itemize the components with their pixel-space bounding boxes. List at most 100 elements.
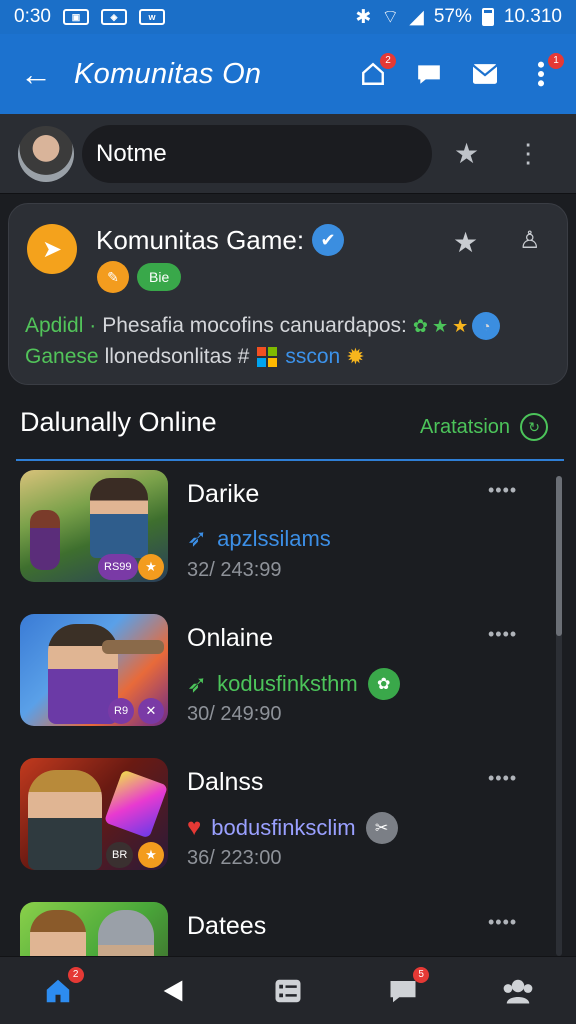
character-figure [30, 910, 86, 956]
rocket-icon: ➶ [187, 525, 208, 552]
list-item[interactable]: BR ★ Dalnss •••• ♥ bodusfinksclim ✂ 36/ … [0, 750, 560, 894]
home-button[interactable]: 2 [358, 53, 396, 89]
app-bar: ← Komunitas On 2 1 [0, 34, 576, 114]
back-arrow-icon[interactable]: ← [20, 56, 62, 93]
game-thumbnail: BR ★ [20, 758, 168, 870]
community-badges: ✎ Bie [97, 261, 182, 293]
list-icon [275, 979, 301, 1002]
profile-name-field[interactable]: Notme [82, 124, 432, 183]
profile-row: Notme ★ ⋮ [0, 114, 576, 194]
more-vertical-icon [537, 61, 545, 87]
flower-icon: ✿ [367, 668, 400, 700]
item-meta: 32/ 243:99 [187, 559, 282, 581]
more-horizontal-icon[interactable]: •••• [488, 624, 517, 645]
community-card[interactable]: ➤ Komunitas Game: ✔ ★ ♙ ✎ Bie Apdidl · P… [8, 203, 568, 385]
nav-messages-button[interactable]: 5 [383, 966, 430, 1011]
game-thumbnail [20, 902, 168, 956]
item-title: Onlaine [187, 624, 274, 652]
community-logo-icon: ➤ [27, 224, 77, 274]
notification-badge: 2 [380, 53, 396, 69]
item-title: Datees [187, 912, 267, 940]
signal-icon: ◢ [409, 6, 424, 28]
app-title: Komunitas On [74, 57, 262, 90]
star-icon[interactable]: ★ [453, 226, 478, 259]
level-badge-icon: ✎ [97, 261, 129, 293]
item-meta: 36/ 223:00 [187, 847, 282, 869]
character-figure [28, 770, 102, 870]
rocket-icon: ➶ [187, 670, 208, 698]
battery-percent: 57% [433, 6, 472, 27]
battery-icon [481, 8, 494, 26]
chat-bubble-icon: ◔ [472, 312, 501, 340]
section-title: Dalunally Online [20, 407, 217, 437]
item-chip: R9 [108, 698, 135, 724]
nav-back-button[interactable] [153, 971, 193, 1011]
tags-text: llonedsonlitas # [104, 345, 250, 368]
description-text: Phesafia mocofins canuardapos: [102, 314, 407, 337]
crossed-swords-icon: ✕ [138, 698, 164, 724]
status-bar: 0:30 ▣ ◈ w ✱ ⌔ ◢ 57% 10.310 [0, 0, 576, 34]
more-horizontal-icon[interactable]: •••• [488, 912, 517, 933]
character-figure [98, 910, 154, 956]
gear-icon: ✹ [346, 344, 365, 369]
bluetooth-icon: ✱ [355, 6, 372, 28]
game-thumbnail: RS99 ★ [20, 470, 168, 582]
game-icon: ◈ [100, 9, 127, 25]
mail-icon [472, 64, 498, 84]
wifi-icon: ⌔ [381, 7, 400, 28]
character-figure [90, 478, 148, 558]
game-thumbnail: R9 ✕ [20, 614, 168, 726]
star-badge-icon: ★ [138, 554, 164, 580]
more-horizontal-icon[interactable]: •••• [488, 768, 517, 789]
item-subtitle: bodusfinksclim [211, 815, 356, 840]
tag-icon: ✂ [365, 812, 398, 844]
nav-community-button[interactable] [498, 971, 538, 1011]
bottom-navigation: 2 5 [0, 956, 576, 1024]
star-icon: ★ [431, 315, 449, 336]
notification-badge: 5 [413, 966, 430, 983]
item-meta: 30/ 249:90 [187, 703, 282, 725]
scrollbar-thumb[interactable] [556, 476, 562, 636]
status-time: 0:30 [14, 6, 51, 27]
item-chip: BR [106, 842, 134, 868]
nav-list-button[interactable] [268, 971, 308, 1011]
item-subtitle-row: ➶ apzlssilams [187, 524, 331, 553]
item-title: Dalnss [187, 768, 264, 796]
more-vertical-icon[interactable]: ⋮ [515, 138, 541, 169]
item-chip: RS99 [98, 554, 138, 580]
list-item[interactable]: Datees •••• [0, 894, 560, 956]
item-subtitle: apzlssilams [217, 525, 331, 551]
tags-link[interactable]: sscon [285, 345, 340, 369]
mail-button[interactable] [470, 59, 500, 89]
windows-icon [257, 347, 278, 367]
more-options-button[interactable]: 1 [526, 53, 564, 89]
back-icon [163, 980, 183, 1001]
user-icon[interactable]: ♙ [519, 226, 541, 255]
status-clock: 10.310 [503, 6, 562, 27]
character-figure [30, 510, 60, 570]
more-horizontal-icon[interactable]: •••• [488, 480, 517, 501]
description-prefix: Apdidl · [25, 314, 97, 337]
community-description-line: Apdidl · Phesafia mocofins canuardapos: … [25, 312, 501, 340]
chat-icon [418, 65, 440, 84]
avatar[interactable] [18, 125, 74, 182]
notification-badge: 1 [548, 53, 564, 69]
nav-home-button[interactable]: 2 [38, 966, 84, 1011]
star-icon[interactable]: ★ [454, 137, 479, 170]
list-item[interactable]: RS99 ★ Darike •••• ➶ apzlssilams 32/ 243… [0, 462, 560, 606]
status-badge: Bie [137, 263, 182, 291]
weapon-figure [102, 640, 164, 654]
refresh-icon: ↻ [520, 413, 549, 441]
home-icon [46, 979, 69, 1002]
list-item[interactable]: R9 ✕ Onlaine •••• ➶ kodusfinksthm ✿ 30/ … [0, 606, 560, 750]
item-subtitle-row: ➶ kodusfinksthm ✿ [187, 668, 400, 700]
community-title-row: Komunitas Game: ✔ [96, 224, 345, 256]
item-title: Darike [187, 480, 260, 508]
chat-button[interactable] [414, 59, 444, 89]
community-title: Komunitas Game: [96, 224, 305, 255]
scrollbar[interactable] [556, 476, 562, 956]
profile-name: Notme [96, 139, 167, 167]
online-list: RS99 ★ Darike •••• ➶ apzlssilams 32/ 243… [0, 462, 576, 956]
section-action-button[interactable]: Aratatsion ↻ [420, 413, 549, 441]
section-action-label: Aratatsion [420, 415, 511, 438]
